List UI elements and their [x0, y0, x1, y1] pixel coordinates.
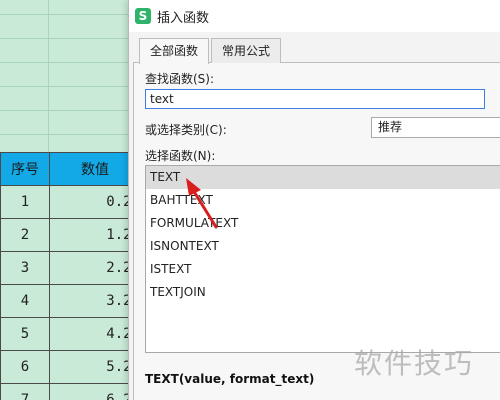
tab-all-functions[interactable]: 全部函数: [139, 38, 210, 64]
cell-seq[interactable]: 5: [0, 317, 50, 351]
function-list[interactable]: TEXT BAHTTEXT FORMULATEXT ISNONTEXT ISTE…: [145, 165, 500, 353]
category-select[interactable]: 推荐: [371, 117, 500, 138]
cell-seq[interactable]: 3: [0, 251, 50, 285]
function-signature: TEXT(value, format_text): [145, 372, 315, 386]
tab-common-formulas[interactable]: 常用公式: [211, 38, 282, 63]
cell-seq[interactable]: 7: [0, 383, 50, 400]
list-item-istext[interactable]: ISTEXT: [146, 258, 500, 281]
function-list-label: 选择函数(N):: [145, 149, 216, 163]
gridline: [0, 86, 130, 87]
cell-seq[interactable]: 6: [0, 350, 50, 384]
category-value: 推荐: [378, 120, 403, 134]
list-item-text[interactable]: TEXT: [146, 166, 500, 189]
gridline: [0, 110, 130, 111]
gridline: [0, 38, 130, 39]
list-item-formulatext[interactable]: FORMULATEXT: [146, 212, 500, 235]
header-cell-seq[interactable]: 序号: [0, 152, 50, 186]
list-item-textjoin[interactable]: TEXTJOIN: [146, 281, 500, 304]
cell-seq[interactable]: 4: [0, 284, 50, 318]
insert-function-dialog: S 插入函数 全部函数 常用公式 查找函数(S): 或选择类别(C): 推荐 选…: [128, 0, 500, 400]
search-input[interactable]: [145, 89, 485, 109]
category-label: 或选择类别(C):: [145, 123, 227, 137]
app-logo-icon: S: [135, 8, 151, 24]
list-item-bahttext[interactable]: BAHTTEXT: [146, 189, 500, 212]
list-item-isnontext[interactable]: ISNONTEXT: [146, 235, 500, 258]
gridline: [0, 62, 130, 63]
gridline: [48, 0, 49, 152]
watermark: 软件技巧: [354, 347, 475, 380]
cell-seq[interactable]: 2: [0, 218, 50, 252]
dialog-title: 插入函数: [157, 10, 210, 26]
gridline: [0, 134, 130, 135]
tab-bar: 全部函数 常用公式: [139, 38, 283, 64]
screen: 序号 数值 1 0.25 2 1.25 3 2.25 4 3.25 5 4.25…: [0, 0, 500, 400]
search-label: 查找函数(S):: [145, 72, 215, 86]
cell-seq[interactable]: 1: [0, 185, 50, 219]
dialog-titlebar[interactable]: S 插入函数: [129, 0, 500, 32]
gridline: [0, 14, 130, 15]
